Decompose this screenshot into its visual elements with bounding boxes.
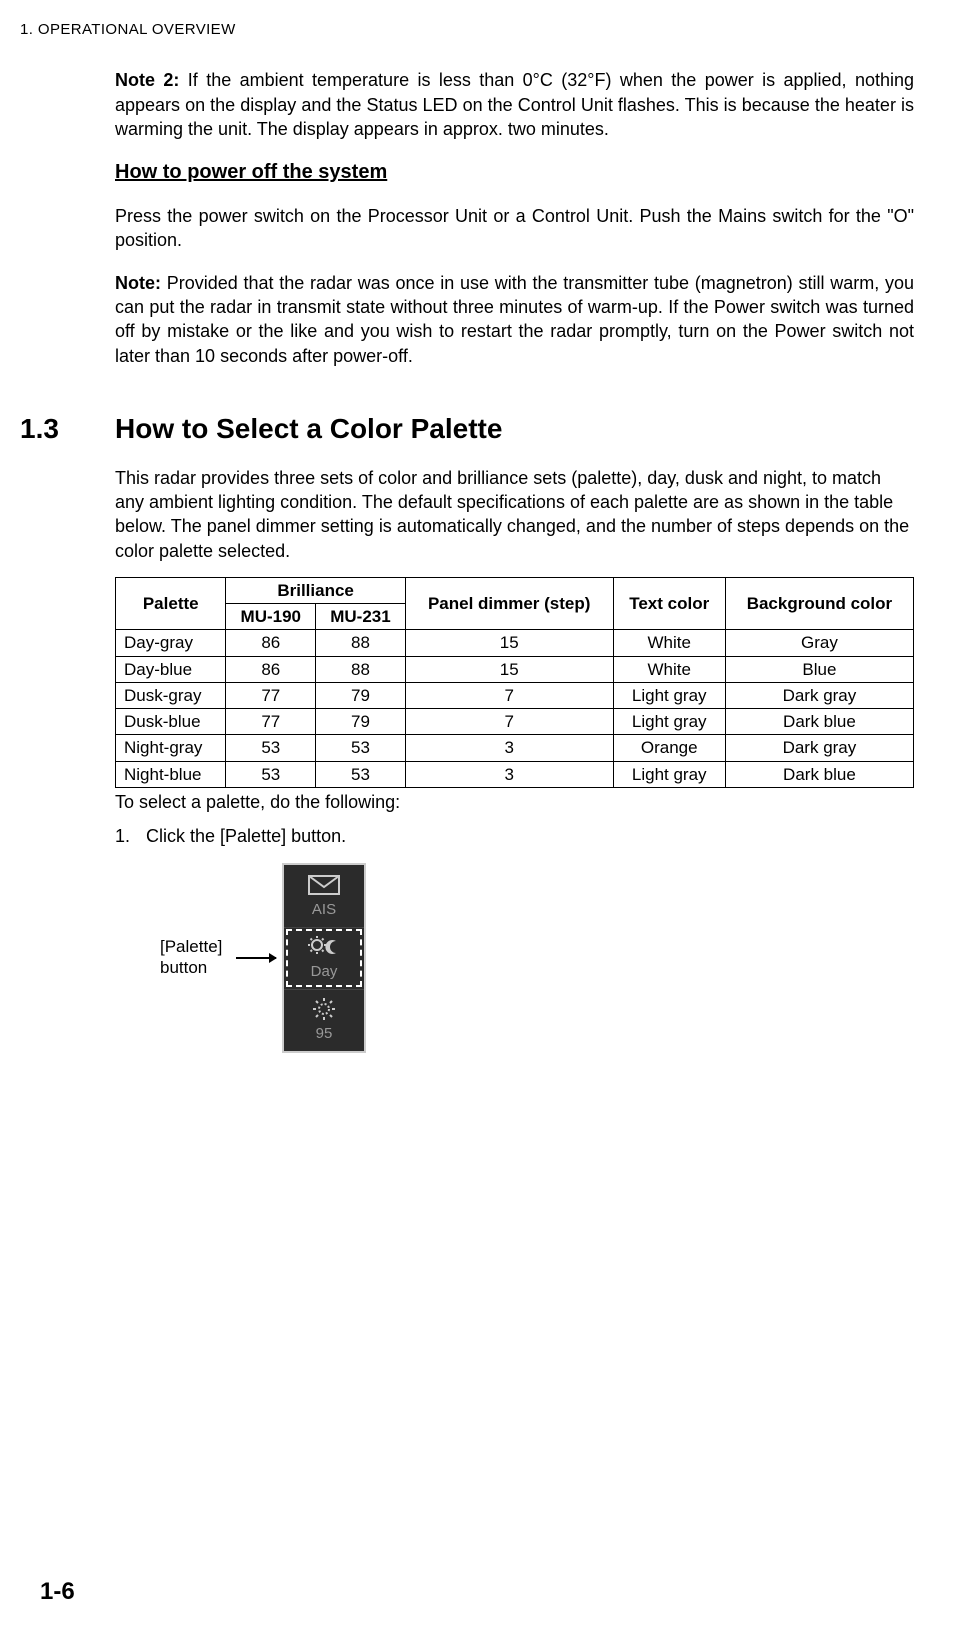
section-title: How to Select a Color Palette <box>115 410 502 448</box>
th-dimmer: Panel dimmer (step) <box>405 577 613 630</box>
ais-label: AIS <box>312 900 336 920</box>
note2-label: Note 2: <box>115 70 179 90</box>
cell-mu190: 86 <box>226 630 316 656</box>
table-row: Dusk-blue77797Light grayDark blue <box>116 709 914 735</box>
brightness-value: 95 <box>316 1024 333 1044</box>
brightness-button[interactable]: 95 <box>284 989 364 1051</box>
cell-palette: Night-blue <box>116 761 226 787</box>
day-night-icon <box>306 933 342 961</box>
cell-mu231: 53 <box>316 735 406 761</box>
poweroff-heading: How to power off the system <box>115 159 914 186</box>
note-paragraph: Note: Provided that the radar was once i… <box>115 271 914 368</box>
cell-mu231: 53 <box>316 761 406 787</box>
cell-dimmer: 7 <box>405 709 613 735</box>
cell-palette: Dusk-blue <box>116 709 226 735</box>
cell-bg-color: Dark blue <box>725 709 913 735</box>
figure-label: [Palette] button <box>160 937 230 978</box>
section-number: 1.3 <box>20 410 115 448</box>
table-row: Day-blue868815WhiteBlue <box>116 656 914 682</box>
cell-mu190: 53 <box>226 735 316 761</box>
cell-dimmer: 7 <box>405 682 613 708</box>
cell-bg-color: Dark blue <box>725 761 913 787</box>
cell-text-color: Light gray <box>613 682 725 708</box>
step-1-text: Click the [Palette] button. <box>146 826 346 846</box>
figure-label-line1: [Palette] <box>160 937 222 956</box>
note2-paragraph: Note 2: If the ambient temperature is le… <box>115 68 914 141</box>
cell-palette: Day-gray <box>116 630 226 656</box>
page-number: 1-6 <box>40 1576 75 1608</box>
th-text-color: Text color <box>613 577 725 630</box>
poweroff-paragraph: Press the power switch on the Processor … <box>115 204 914 253</box>
cell-dimmer: 3 <box>405 761 613 787</box>
table-row: Dusk-gray77797Light grayDark gray <box>116 682 914 708</box>
palette-button-figure: [Palette] button AIS <box>160 863 914 1053</box>
figure-label-line2: button <box>160 958 207 977</box>
th-brilliance: Brilliance <box>226 577 405 603</box>
arrow-icon <box>236 957 276 959</box>
step-1-number: 1. <box>115 824 141 848</box>
cell-text-color: Light gray <box>613 761 725 787</box>
th-mu190: MU-190 <box>226 604 316 630</box>
cell-palette: Night-gray <box>116 735 226 761</box>
cell-bg-color: Dark gray <box>725 735 913 761</box>
note-text: Provided that the radar was once in use … <box>115 273 914 366</box>
post-table-text: To select a palette, do the following: <box>115 790 914 814</box>
table-row: Night-gray53533OrangeDark gray <box>116 735 914 761</box>
cell-mu190: 53 <box>226 761 316 787</box>
day-label: Day <box>311 962 338 982</box>
cell-text-color: White <box>613 656 725 682</box>
cell-mu231: 79 <box>316 682 406 708</box>
brightness-icon <box>306 995 342 1023</box>
note-label: Note: <box>115 273 161 293</box>
table-row: Day-gray868815WhiteGray <box>116 630 914 656</box>
section-intro: This radar provides three sets of color … <box>115 466 914 563</box>
table-row: Night-blue53533Light grayDark blue <box>116 761 914 787</box>
cell-mu231: 88 <box>316 656 406 682</box>
th-palette: Palette <box>116 577 226 630</box>
cell-mu190: 77 <box>226 709 316 735</box>
cell-palette: Day-blue <box>116 656 226 682</box>
th-mu231: MU-231 <box>316 604 406 630</box>
cell-bg-color: Dark gray <box>725 682 913 708</box>
cell-dimmer: 3 <box>405 735 613 761</box>
palette-table: Palette Brilliance Panel dimmer (step) T… <box>115 577 914 788</box>
cell-mu231: 88 <box>316 630 406 656</box>
cell-dimmer: 15 <box>405 656 613 682</box>
cell-dimmer: 15 <box>405 630 613 656</box>
cell-mu190: 77 <box>226 682 316 708</box>
step-1: 1. Click the [Palette] button. <box>115 824 914 848</box>
cell-bg-color: Gray <box>725 630 913 656</box>
cell-palette: Dusk-gray <box>116 682 226 708</box>
envelope-icon <box>306 871 342 899</box>
ais-button[interactable]: AIS <box>284 865 364 927</box>
note2-text: If the ambient temperature is less than … <box>115 70 914 139</box>
cell-text-color: Light gray <box>613 709 725 735</box>
cell-mu231: 79 <box>316 709 406 735</box>
running-header: 1. OPERATIONAL OVERVIEW <box>20 20 914 40</box>
palette-button[interactable]: Day <box>284 927 364 989</box>
cell-bg-color: Blue <box>725 656 913 682</box>
th-bg-color: Background color <box>725 577 913 630</box>
cell-text-color: White <box>613 630 725 656</box>
cell-text-color: Orange <box>613 735 725 761</box>
cell-mu190: 86 <box>226 656 316 682</box>
ui-button-stack: AIS <box>282 863 366 1053</box>
